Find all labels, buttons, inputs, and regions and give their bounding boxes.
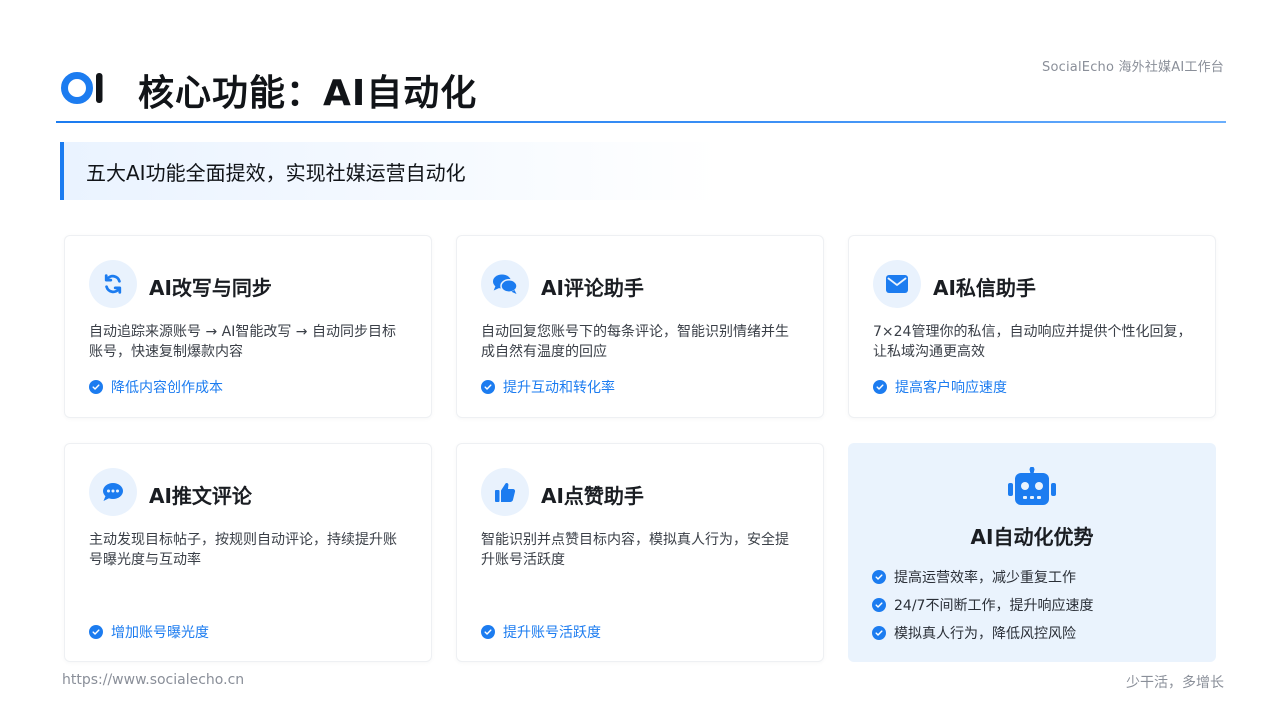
feature-card-dm-assistant[interactable]: AI私信助手 7×24管理你的私信，自动响应并提供个性化回复，让私域沟通更高效 … [848,235,1216,418]
list-item: 模拟真人行为，降低风控风险 [872,619,1093,647]
benefit-label: 增加账号曝光度 [111,625,209,641]
check-circle-icon [481,625,495,639]
check-circle-icon [89,625,103,639]
brand-tag: SocialEcho 海外社媒AI工作台 [1042,60,1224,75]
benefit-label: 提升互动和转化率 [503,380,615,396]
check-circle-icon [873,380,887,394]
thumbs-up-icon [481,468,529,516]
check-circle-icon [872,570,886,584]
feature-description: 自动回复您账号下的每条评论，智能识别情绪并生成自然有温度的回应 [481,324,789,360]
feature-description: 自动追踪来源账号 → AI智能改写 → 自动同步目标账号，快速复制爆款内容 [89,324,396,360]
feature-card-rewrite-sync[interactable]: AI改写与同步 自动追踪来源账号 → AI智能改写 → 自动同步目标账号，快速复… [64,235,432,418]
advantage-text: 模拟真人行为，降低风控风险 [894,626,1076,642]
envelope-icon [873,260,921,308]
advantages-title: AI自动化优势 [970,525,1094,549]
footer-slogan: 少干活，多增长 [1126,675,1224,691]
feature-title: AI私信助手 [933,276,1036,300]
banner-text: 五大AI功能全面提效，实现社媒运营自动化 [86,160,466,185]
benefit-label: 提升账号活跃度 [503,625,601,641]
robot-icon [1008,467,1056,505]
benefit-label: 提高客户响应速度 [895,380,1007,396]
check-circle-icon [481,380,495,394]
advantage-text: 提高运营效率，减少重复工作 [894,570,1076,586]
advantages-card: AI自动化优势 提高运营效率，减少重复工作 24/7不间断工作，提升响应速度 模… [848,443,1216,662]
page-title: 核心功能：AI自动化 [138,73,478,114]
subtitle-banner: 五大AI功能全面提效，实现社媒运营自动化 [60,142,720,200]
sync-icon [89,260,137,308]
feature-benefit: 提升账号活跃度 [481,622,601,642]
feature-title: AI改写与同步 [149,276,272,300]
comment-dots-icon [89,468,137,516]
feature-benefit: 降低内容创作成本 [89,377,223,397]
feature-card-like-assistant[interactable]: AI点赞助手 智能识别并点赞目标内容，模拟真人行为，安全提升账号活跃度 提升账号… [456,443,824,662]
list-item: 提高运营效率，减少重复工作 [872,563,1093,591]
feature-card-comment-assistant[interactable]: AI评论助手 自动回复您账号下的每条评论，智能识别情绪并生成自然有温度的回应 提… [456,235,824,418]
feature-description: 7×24管理你的私信，自动响应并提供个性化回复，让私域沟通更高效 [873,324,1192,360]
feature-benefit: 提升互动和转化率 [481,377,615,397]
check-circle-icon [872,626,886,640]
feature-title: AI点赞助手 [541,484,644,508]
title-divider [56,121,1226,123]
list-item: 24/7不间断工作，提升响应速度 [872,591,1093,619]
advantages-list: 提高运营效率，减少重复工作 24/7不间断工作，提升响应速度 模拟真人行为，降低… [872,563,1093,647]
feature-title: AI推文评论 [149,484,252,508]
feature-description: 智能识别并点赞目标内容，模拟真人行为，安全提升账号活跃度 [481,532,789,568]
feature-benefit: 增加账号曝光度 [89,622,209,642]
footer-url[interactable]: https://www.socialecho.cn [62,672,244,688]
feature-description: 主动发现目标帖子，按规则自动评论，持续提升账号曝光度与互动率 [89,532,397,568]
comments-icon [481,260,529,308]
feature-card-tweet-comment[interactable]: AI推文评论 主动发现目标帖子，按规则自动评论，持续提升账号曝光度与互动率 增加… [64,443,432,662]
feature-benefit: 提高客户响应速度 [873,377,1007,397]
feature-title: AI评论助手 [541,276,644,300]
check-circle-icon [872,598,886,612]
benefit-label: 降低内容创作成本 [111,380,223,396]
advantage-text: 24/7不间断工作，提升响应速度 [894,598,1094,614]
logo-icon [61,72,103,104]
check-circle-icon [89,380,103,394]
